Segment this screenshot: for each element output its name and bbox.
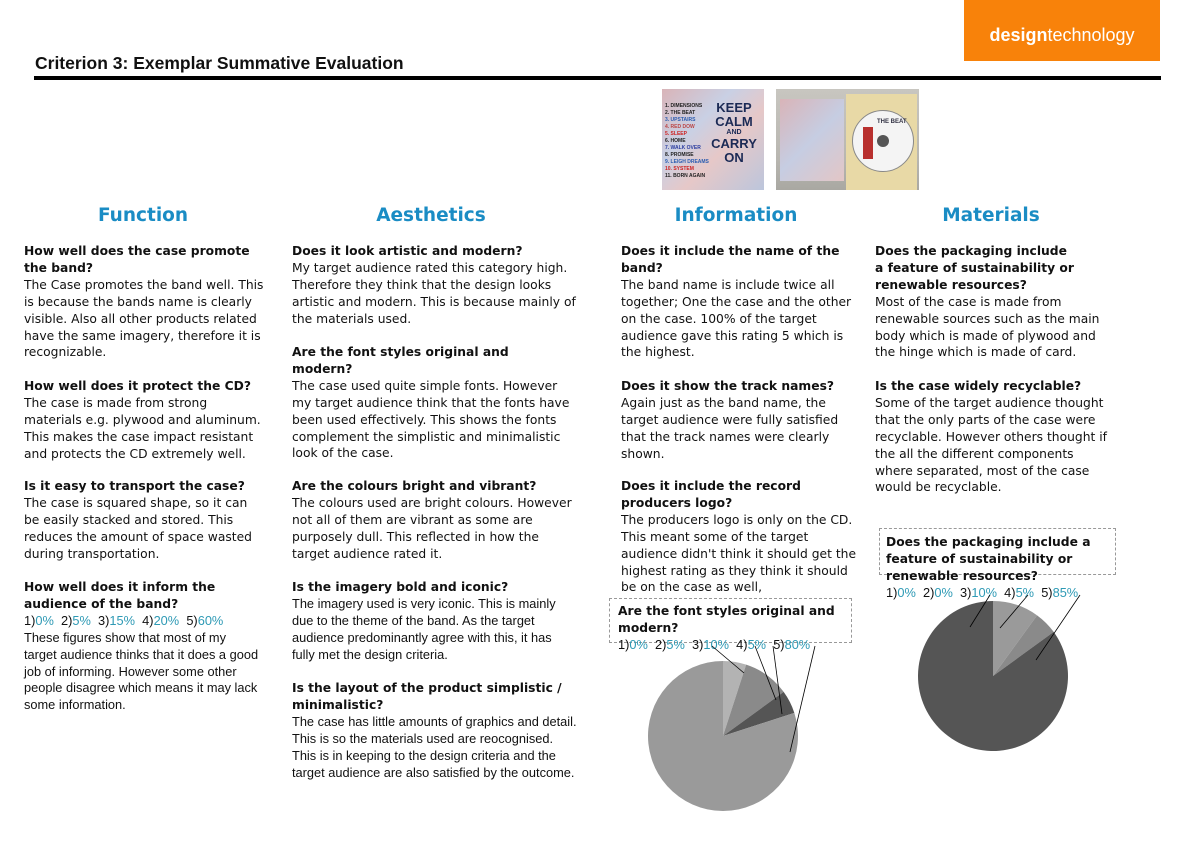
leader-line xyxy=(789,645,816,753)
pie-charts xyxy=(647,594,1081,811)
page: designtechnology Criterion 3: Exemplar S… xyxy=(0,0,1191,842)
